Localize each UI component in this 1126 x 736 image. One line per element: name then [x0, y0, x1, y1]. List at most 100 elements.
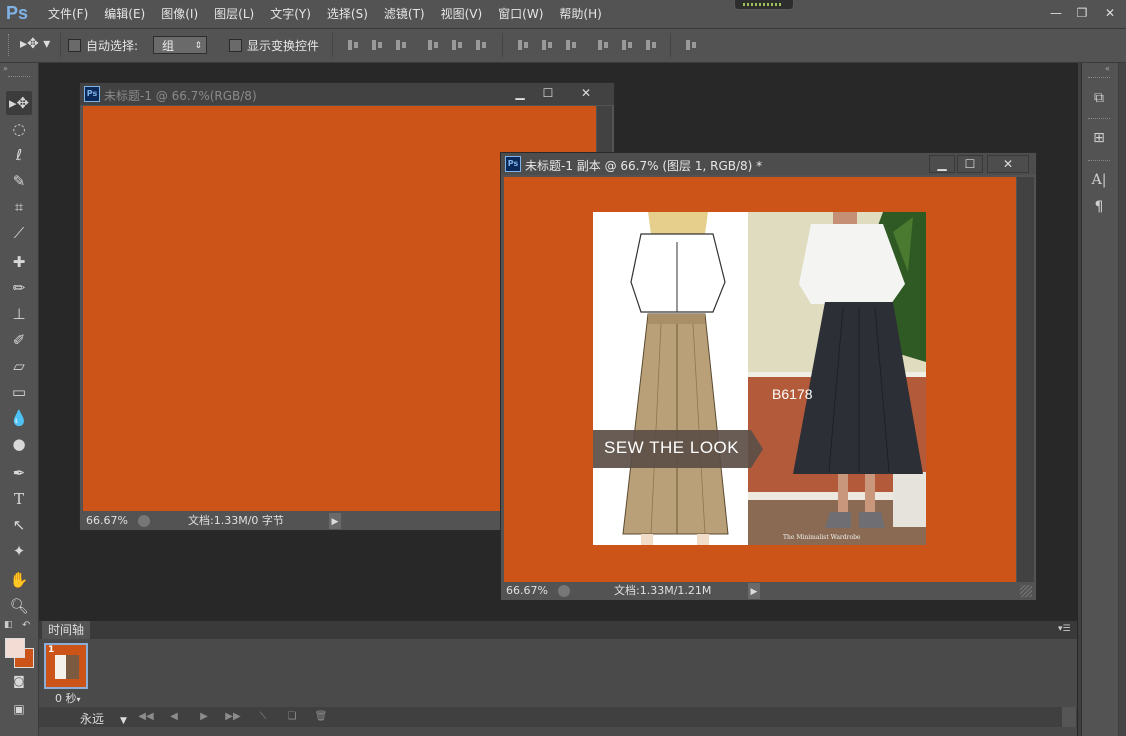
timeline-panel-menu-icon[interactable]: ▾☰ [1058, 624, 1071, 634]
menu-items: 文件(F) 编辑(E) 图像(I) 图层(L) 文字(Y) 选择(S) 滤镜(T… [40, 6, 610, 22]
doc1-maximize-icon[interactable]: ☐ [536, 85, 560, 101]
doc2-title-bar[interactable]: Ps 未标题-1 副本 @ 66.7% (图层 1, RGB/8) * ▁ ☐ … [501, 153, 1036, 175]
doc1-status-arrow-icon[interactable]: ▶ [329, 513, 341, 529]
menu-view[interactable]: 视图(V) [433, 6, 491, 22]
menu-edit[interactable]: 编辑(E) [96, 6, 153, 22]
move-tool-icon[interactable]: ▸✥ [6, 91, 32, 115]
next-frame-icon[interactable]: ▶▶ [224, 709, 242, 725]
options-grip[interactable] [8, 34, 13, 56]
marquee-tool-icon[interactable]: ◌ [6, 117, 32, 141]
animation-frame-1[interactable]: 1 [44, 643, 88, 689]
shape-tool-icon[interactable]: ✦ [6, 539, 32, 563]
loop-arrow-icon: ▼ [120, 716, 127, 726]
brush-tool-icon[interactable]: ✏ [6, 276, 32, 300]
app-close-icon[interactable]: ✕ [1100, 4, 1120, 22]
menu-type[interactable]: 文字(Y) [262, 6, 319, 22]
tool-presets-panel-icon[interactable]: ⊞ [1088, 127, 1110, 149]
distribute-left-icon[interactable] [596, 38, 610, 52]
clone-stamp-tool-icon[interactable]: ⊥ [6, 302, 32, 326]
path-selection-tool-icon[interactable]: ↖ [6, 513, 32, 537]
doc2-vertical-scrollbar[interactable] [1017, 177, 1034, 582]
auto-align-layers-icon[interactable] [684, 38, 698, 52]
doc2-resize-grip[interactable] [1020, 585, 1032, 597]
tools-grip[interactable] [8, 76, 30, 78]
auto-select-dropdown[interactable]: 组 ⇕ [153, 36, 207, 54]
doc1-zoom[interactable]: 66.67% [86, 512, 128, 530]
doc2-close-icon[interactable]: ✕ [987, 155, 1029, 173]
frame-delay[interactable]: 0 秒▾ [55, 690, 81, 706]
lasso-tool-icon[interactable]: ℓ [6, 143, 32, 167]
distribute-right-icon[interactable] [644, 38, 658, 52]
distribute-hcenter-icon[interactable] [620, 38, 634, 52]
character-panel-icon[interactable]: A| [1088, 169, 1110, 191]
align-left-icon[interactable] [426, 38, 440, 52]
previous-frame-icon[interactable]: ◀ [165, 709, 183, 725]
align-hcenter-icon[interactable] [450, 38, 464, 52]
pattern-code-label: B6178 [772, 386, 813, 402]
gradient-tool-icon[interactable]: ▭ [6, 380, 32, 404]
paragraph-panel-icon[interactable]: ¶ [1088, 196, 1110, 218]
doc2-status-arrow-icon[interactable]: ▶ [748, 583, 760, 599]
eraser-tool-icon[interactable]: ▱ [6, 354, 32, 378]
doc1-status-menu-icon[interactable] [138, 515, 150, 527]
doc2-status-menu-icon[interactable] [558, 585, 570, 597]
loop-select[interactable]: 永远 ▼ [80, 710, 127, 727]
menu-window[interactable]: 窗口(W) [490, 6, 551, 22]
play-icon[interactable]: ▶ [195, 709, 213, 725]
foreground-color-swatch[interactable] [5, 638, 25, 658]
distribute-top-icon[interactable] [516, 38, 530, 52]
distribute-bottom-icon[interactable] [564, 38, 578, 52]
dock-grip[interactable] [1088, 160, 1110, 161]
align-right-icon[interactable] [474, 38, 488, 52]
app-minimize-icon[interactable]: — [1046, 4, 1066, 22]
healing-brush-tool-icon[interactable]: ✚ [6, 250, 32, 274]
tween-icon[interactable]: ⟍ [254, 709, 272, 725]
pen-tool-icon[interactable]: ✒ [6, 461, 32, 485]
delete-frame-icon[interactable]: 🗑︎ [312, 709, 330, 725]
expand-panels-icon[interactable]: « [1105, 64, 1110, 73]
placed-photo-layer[interactable]: SEW THE LOOK B6178 The Minimalist Wardro… [593, 212, 926, 545]
doc1-title-bar[interactable]: Ps 未标题-1 @ 66.7%(RGB/8) ▁ ☐ ✕ [80, 83, 614, 105]
quick-mask-icon[interactable]: ◙ [6, 669, 32, 693]
default-colors-icon[interactable]: ◧ [4, 620, 13, 630]
align-vcenter-icon[interactable] [370, 38, 384, 52]
timeline-scroll-corner[interactable] [1062, 707, 1076, 727]
history-panel-icon[interactable]: ⧉ [1088, 87, 1110, 109]
dock-grip[interactable] [1088, 77, 1110, 78]
doc1-close-icon[interactable]: ✕ [574, 85, 598, 101]
doc2-zoom[interactable]: 66.67% [506, 582, 548, 600]
auto-select-checkbox[interactable] [68, 39, 81, 52]
type-tool-icon[interactable]: T [6, 487, 32, 511]
zoom-tool-icon[interactable]: 🔍︎ [6, 594, 32, 618]
quick-selection-tool-icon[interactable]: ✎ [6, 169, 32, 193]
swap-colors-icon[interactable]: ↶ [22, 620, 30, 631]
menu-file[interactable]: 文件(F) [40, 6, 96, 22]
duplicate-frame-icon[interactable]: ❏ [283, 709, 301, 725]
eyedropper-tool-icon[interactable]: ⟋ [6, 221, 32, 245]
collapse-tools-icon[interactable]: » [3, 64, 8, 73]
doc2-minimize-icon[interactable]: ▁ [929, 155, 955, 173]
align-bottom-icon[interactable] [394, 38, 408, 52]
dodge-tool-icon[interactable]: ● [6, 432, 32, 456]
align-top-icon[interactable] [346, 38, 360, 52]
menu-layer[interactable]: 图层(L) [206, 6, 262, 22]
doc2-maximize-icon[interactable]: ☐ [957, 155, 983, 173]
dock-grip[interactable] [1088, 118, 1110, 119]
distribute-vcenter-icon[interactable] [540, 38, 554, 52]
show-transform-checkbox[interactable] [229, 39, 242, 52]
blur-tool-icon[interactable]: 💧 [6, 406, 32, 430]
history-brush-tool-icon[interactable]: ✐ [6, 328, 32, 352]
timeline-tab[interactable]: 时间轴 [42, 621, 90, 639]
move-tool-preset-icon[interactable]: ▸✥ ▾ [20, 36, 50, 52]
doc1-minimize-icon[interactable]: ▁ [508, 85, 532, 101]
menu-select[interactable]: 选择(S) [319, 6, 376, 22]
menu-filter[interactable]: 滤镜(T) [376, 6, 433, 22]
menu-image[interactable]: 图像(I) [153, 6, 206, 22]
mini-bridge-indicator[interactable] [734, 0, 794, 10]
app-restore-icon[interactable]: ❐ [1072, 4, 1092, 22]
hand-tool-icon[interactable]: ✋ [6, 568, 32, 592]
crop-tool-icon[interactable]: ⌗ [6, 195, 32, 219]
first-frame-icon[interactable]: ◀◀ [137, 709, 155, 725]
screen-mode-icon[interactable]: ▣ [6, 697, 32, 721]
menu-help[interactable]: 帮助(H) [551, 6, 609, 22]
